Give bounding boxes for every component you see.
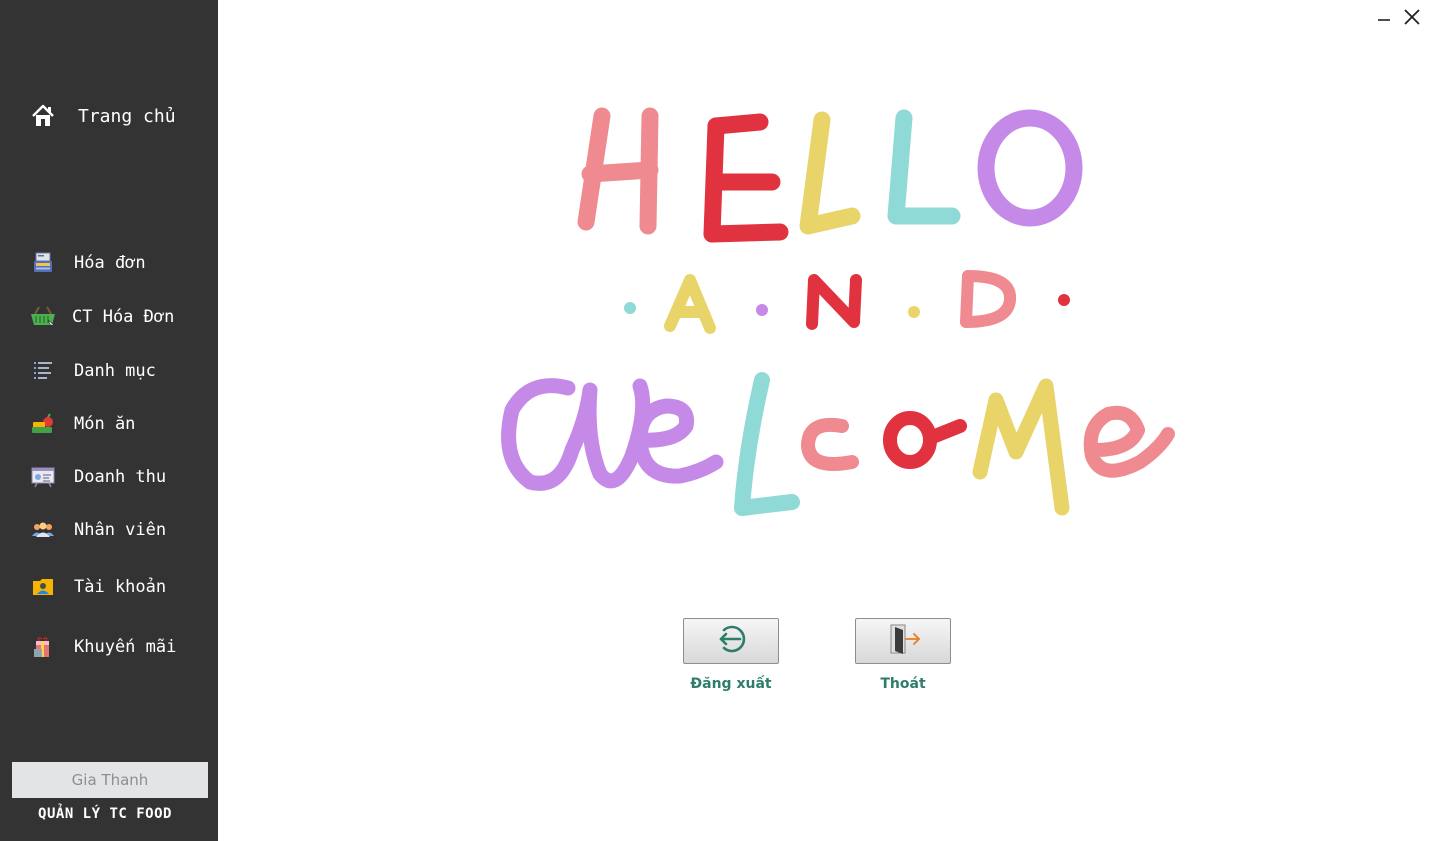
list-icon xyxy=(30,358,56,384)
sidebar-item-home[interactable]: Trang chủ xyxy=(30,96,218,136)
sidebar-item-food[interactable]: Món ăn xyxy=(30,404,218,444)
food-icon xyxy=(30,411,56,437)
sidebar-item-label: Tài khoản xyxy=(74,577,167,597)
home-icon xyxy=(30,103,56,129)
sidebar: Trang chủ Hóa đơn CT Hóa Đơn Danh mục Mó… xyxy=(0,0,218,841)
shopping-basket-icon xyxy=(30,304,56,330)
close-icon xyxy=(1403,8,1421,30)
exit-label[interactable]: Thoát xyxy=(833,676,973,692)
logout-arrow-icon xyxy=(711,621,751,661)
sidebar-item-label: Trang chủ xyxy=(78,105,176,127)
exit-button[interactable] xyxy=(855,618,951,664)
staff-icon xyxy=(30,517,56,543)
sidebar-item-promotion[interactable]: Khuyến mãi xyxy=(30,627,218,667)
revenue-board-icon xyxy=(30,464,56,490)
account-card-icon xyxy=(30,574,56,600)
sidebar-item-revenue[interactable]: Doanh thu xyxy=(30,457,218,497)
exit-door-icon xyxy=(883,621,923,661)
sidebar-item-label: Danh mục xyxy=(74,361,156,381)
sidebar-item-label: Hóa đơn xyxy=(74,253,146,273)
app-name: QUẢN LÝ TC FOOD xyxy=(38,806,172,822)
sidebar-item-staff[interactable]: Nhân viên xyxy=(30,510,218,550)
sidebar-item-label: Doanh thu xyxy=(74,467,167,487)
user-name-box: Gia Thanh xyxy=(12,762,208,798)
sidebar-item-invoice-detail[interactable]: CT Hóa Đơn xyxy=(30,297,218,337)
sidebar-item-category[interactable]: Danh mục xyxy=(30,351,218,391)
minimize-icon xyxy=(1376,9,1392,29)
invoice-register-icon xyxy=(30,250,56,276)
sidebar-item-label: Khuyến mãi xyxy=(74,637,177,657)
sidebar-item-label: CT Hóa Đơn xyxy=(72,307,175,327)
logout-button[interactable] xyxy=(683,618,779,664)
sidebar-item-label: Nhân viên xyxy=(74,520,167,540)
sidebar-item-account[interactable]: Tài khoản xyxy=(30,567,218,607)
hello-and-welcome-image xyxy=(501,107,1175,516)
close-button[interactable] xyxy=(1401,8,1423,30)
minimize-button[interactable] xyxy=(1373,8,1395,30)
sidebar-item-invoice[interactable]: Hóa đơn xyxy=(30,243,218,283)
logout-label[interactable]: Đăng xuất xyxy=(661,676,801,692)
sidebar-item-label: Món ăn xyxy=(74,414,136,434)
promotion-gift-icon xyxy=(30,634,56,660)
